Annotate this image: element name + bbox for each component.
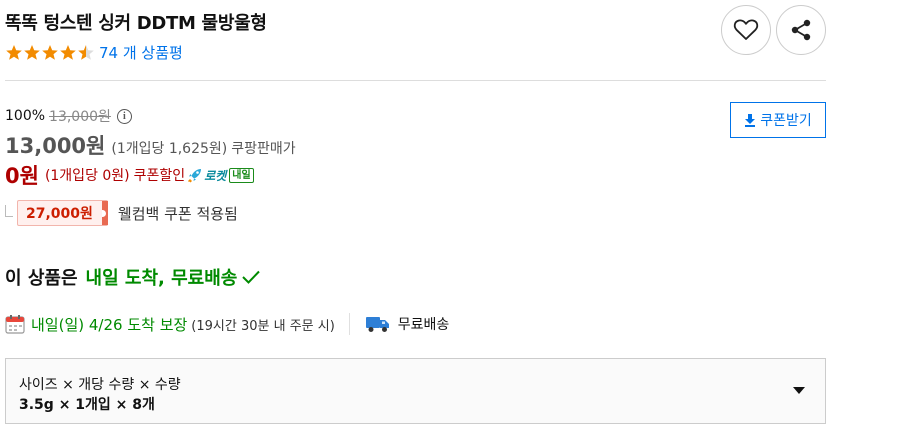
heart-icon bbox=[733, 19, 759, 40]
arrival-headline: 이 상품은 내일 도착, 무료배송 bbox=[5, 264, 261, 290]
chevron-down-icon bbox=[793, 387, 805, 394]
arrival-highlight: 내일 도착, 무료배송 bbox=[85, 268, 238, 289]
share-button[interactable] bbox=[776, 5, 826, 55]
option-select[interactable]: 사이즈 × 개당 수량 × 수량 3.5g × 1개입 × 8개 bbox=[5, 358, 826, 424]
info-icon[interactable]: i bbox=[116, 108, 132, 124]
arrival-prefix: 이 상품은 bbox=[5, 268, 78, 289]
delivery-row: 내일(일) 4/26 도착 보장 (19시간 30분 내 주문 시) 무료배송 bbox=[5, 312, 449, 336]
delivery-date: 내일(일) 4/26 도착 보장 bbox=[31, 315, 188, 334]
welcome-coupon-row: 27,000원 웰컴백 쿠폰 적용됨 bbox=[5, 200, 238, 226]
welcome-coupon-badge: 27,000원 bbox=[17, 200, 108, 226]
coupon-notch bbox=[101, 201, 108, 225]
rocket-naeil-badge: 내일 bbox=[229, 167, 254, 183]
check-icon bbox=[242, 270, 261, 284]
delivery-cutoff: (19시간 30분 내 주문 시) bbox=[191, 318, 335, 334]
separator bbox=[348, 313, 350, 335]
rating-stars bbox=[5, 44, 95, 61]
coupon-price: 0원 bbox=[5, 164, 39, 188]
review-count-link[interactable]: 74 개 상품평 bbox=[99, 42, 183, 63]
star-icon bbox=[24, 45, 40, 60]
download-icon bbox=[745, 113, 756, 127]
product-rating: 74 개 상품평 bbox=[5, 42, 183, 63]
star-icon bbox=[78, 45, 94, 60]
free-shipping-label: 무료배송 bbox=[397, 317, 450, 333]
coupon-unit-price: (1개입당 0원) bbox=[44, 168, 130, 184]
coupon-price-row: 0원 (1개입당 0원) 쿠폰할인 로켓 내일 bbox=[5, 160, 254, 190]
rocket-icon bbox=[188, 169, 202, 183]
coupon-discount-label: 쿠폰할인 bbox=[133, 168, 186, 184]
calendar-icon bbox=[5, 315, 25, 334]
welcome-coupon-amount: 27,000원 bbox=[26, 206, 93, 222]
sale-unit-price: (1개입당 1,625원) bbox=[111, 141, 228, 157]
sale-price-row: 13,000원 (1개입당 1,625원) 쿠팡판매가 bbox=[5, 130, 296, 160]
seller-label: 쿠팡판매가 bbox=[231, 141, 296, 157]
wishlist-button[interactable] bbox=[721, 5, 771, 55]
rocket-delivery-badge: 로켓 내일 bbox=[187, 167, 254, 184]
star-icon bbox=[6, 45, 22, 60]
sale-price: 13,000원 bbox=[5, 134, 106, 158]
divider bbox=[5, 80, 826, 81]
truck-icon bbox=[365, 317, 389, 332]
original-price: 13,000원 bbox=[49, 109, 111, 125]
star-icon bbox=[42, 45, 58, 60]
rocket-label: 로켓 bbox=[204, 168, 227, 183]
download-coupon-button[interactable]: 쿠폰받기 bbox=[730, 102, 826, 138]
indent-line bbox=[5, 205, 13, 217]
discount-row: 100% 13,000원 i bbox=[5, 106, 132, 126]
welcome-coupon-text: 웰컴백 쿠폰 적용됨 bbox=[117, 204, 238, 223]
star-icon bbox=[60, 45, 76, 60]
option-value: 3.5g × 1개입 × 8개 bbox=[19, 397, 155, 413]
download-coupon-label: 쿠폰받기 bbox=[760, 113, 812, 129]
option-label: 사이즈 × 개당 수량 × 수량 bbox=[19, 377, 181, 393]
share-icon bbox=[791, 19, 811, 41]
discount-rate: 100% bbox=[5, 108, 46, 124]
product-title: 똑똑 텅스텐 싱커 DDTM 물방울형 bbox=[5, 13, 267, 34]
